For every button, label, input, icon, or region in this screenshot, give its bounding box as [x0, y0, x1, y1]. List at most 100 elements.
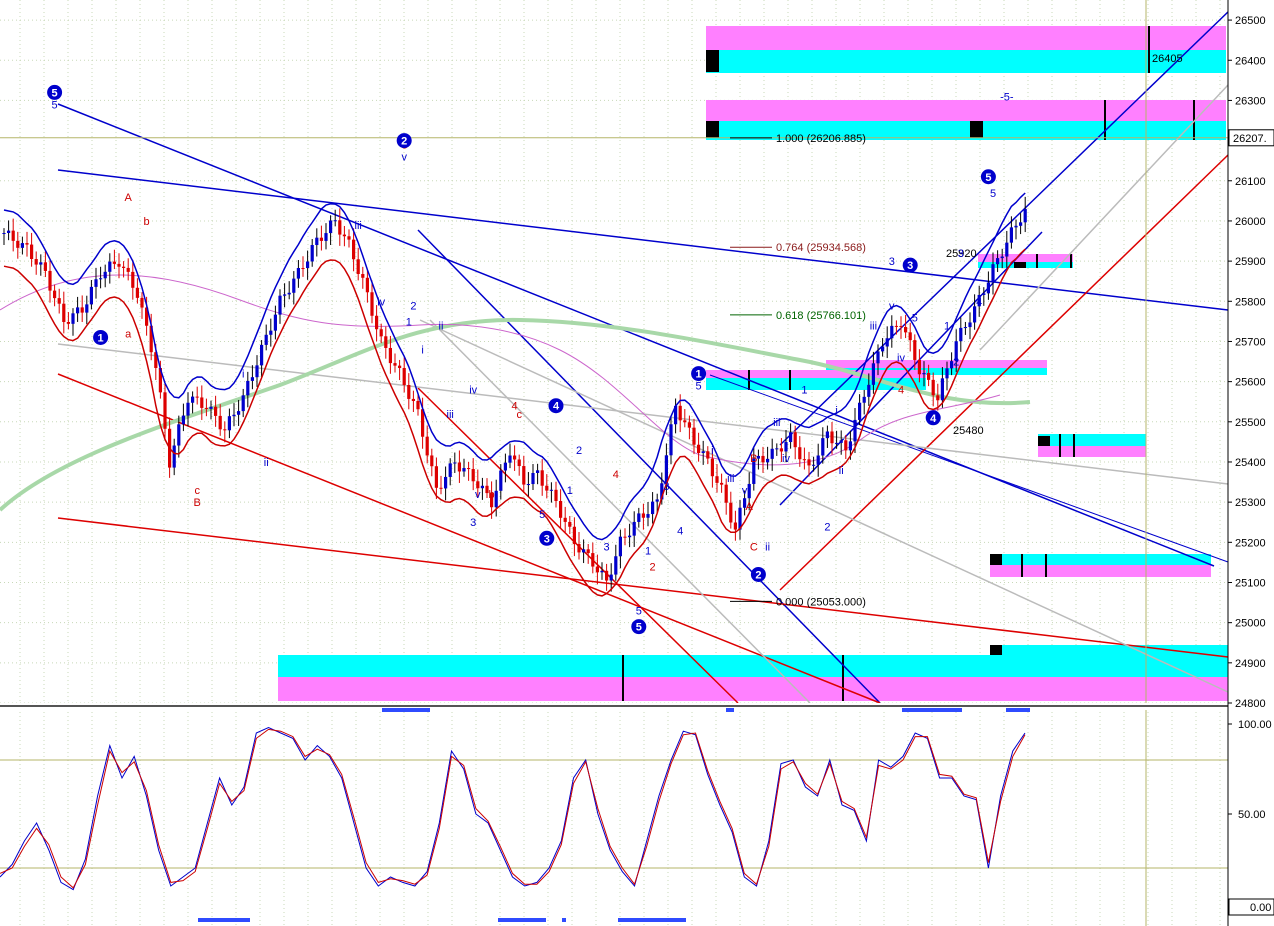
candle-body	[825, 431, 829, 439]
wave-circle-label: 2	[755, 569, 761, 581]
candle-body	[844, 440, 848, 451]
candle-body	[71, 313, 75, 324]
candle-body	[531, 472, 535, 485]
candle-body	[835, 442, 839, 444]
wave-label: a	[125, 328, 132, 340]
y-tick-label: 26500	[1235, 15, 1266, 27]
candle-body	[963, 327, 967, 329]
y-tick-label: 24800	[1235, 698, 1266, 710]
candle-body	[76, 307, 80, 314]
candle-body	[25, 243, 29, 245]
candle-body	[494, 490, 498, 508]
fib-label: 0.764 (25934.568)	[776, 242, 866, 254]
price-annotation: 25480	[953, 425, 984, 437]
candle-body	[273, 314, 277, 331]
candle-body	[388, 347, 392, 364]
wave-circle-label: 1	[696, 369, 702, 381]
candle-body	[66, 321, 70, 324]
candle-body	[545, 485, 549, 491]
wave-label: 1	[801, 385, 807, 397]
wave-label: 5	[52, 99, 58, 111]
candle-body	[398, 365, 402, 369]
candle-body	[329, 220, 333, 234]
candle-body	[43, 262, 47, 271]
y-tick-label: 24900	[1235, 658, 1266, 670]
wave-label: 5	[539, 509, 545, 521]
candle-body	[761, 455, 765, 463]
candle-body	[917, 359, 921, 375]
candle-body	[1019, 222, 1023, 226]
zone-magenta	[278, 677, 1228, 701]
wave-label: 2	[410, 300, 416, 312]
wave-label: b	[144, 216, 150, 228]
candle-body	[632, 521, 636, 536]
candle-body	[982, 293, 986, 295]
wave-label: 3	[958, 248, 964, 260]
y-tick-label: 25900	[1235, 256, 1266, 268]
candle-body	[264, 334, 268, 345]
candle-body	[448, 463, 452, 477]
wave-label: ii	[264, 457, 269, 469]
candle-body	[747, 483, 751, 499]
candle-body	[508, 455, 512, 463]
candle-body	[269, 330, 273, 335]
candle-body	[609, 574, 613, 581]
candle-body	[839, 440, 843, 443]
zone-marker	[970, 121, 983, 138]
wave-circle-label: 3	[544, 533, 550, 545]
candle-body	[931, 379, 935, 396]
wave-label: iv	[897, 353, 905, 365]
candle-body	[462, 468, 466, 472]
wave-label: 4	[613, 469, 619, 481]
candle-body	[48, 270, 52, 291]
candle-body	[899, 326, 903, 328]
candle-body	[1005, 242, 1009, 257]
zone-magenta	[706, 100, 1226, 121]
candle-body	[467, 468, 471, 470]
candle-body	[117, 263, 121, 267]
candle-body	[310, 245, 314, 262]
wave-label: iv	[377, 296, 385, 308]
osc-panel-bg	[0, 710, 1228, 926]
candle-body	[830, 431, 834, 444]
wave-label: 3	[604, 541, 610, 553]
candle-body	[20, 243, 24, 248]
candle-body	[706, 451, 710, 459]
candle-body	[655, 499, 659, 502]
candle-body	[641, 513, 645, 518]
candle-body	[103, 271, 107, 279]
wave-label: v	[889, 300, 895, 312]
wave-label: 3	[470, 517, 476, 529]
fib-label: 1.000 (26206.885)	[776, 133, 866, 145]
zone-marker	[706, 121, 719, 138]
candle-body	[181, 415, 185, 425]
candle-body	[352, 239, 356, 260]
candle-body	[131, 271, 135, 288]
wave-label: v	[742, 485, 748, 497]
zone-magenta	[826, 360, 1047, 368]
wave-circle-label: 2	[401, 136, 407, 148]
candle-body	[218, 415, 222, 430]
candle-body	[715, 476, 719, 483]
wave-label: 2	[824, 521, 830, 533]
candle-body	[766, 458, 770, 463]
candle-body	[306, 261, 310, 269]
candle-body	[16, 240, 20, 248]
candle-body	[885, 338, 889, 347]
candle-body	[402, 368, 406, 386]
wave-label: 1	[645, 545, 651, 557]
candle-body	[618, 536, 622, 557]
candle-body	[39, 262, 43, 265]
candle-body	[876, 351, 880, 364]
wave-label: 4	[677, 525, 683, 537]
chart: 1.000 (26206.885) 0.764 (25934.568) 0.618 …	[0, 0, 1274, 926]
y-tick-label: 25600	[1235, 377, 1266, 389]
candle-body	[283, 294, 287, 296]
candle-body	[416, 401, 420, 410]
candle-body	[278, 295, 282, 315]
candle-body	[513, 455, 517, 460]
y-tick-label: 25800	[1235, 296, 1266, 308]
candle-body	[135, 287, 139, 298]
candle-body	[936, 395, 940, 401]
wave-label: iii	[447, 409, 454, 421]
